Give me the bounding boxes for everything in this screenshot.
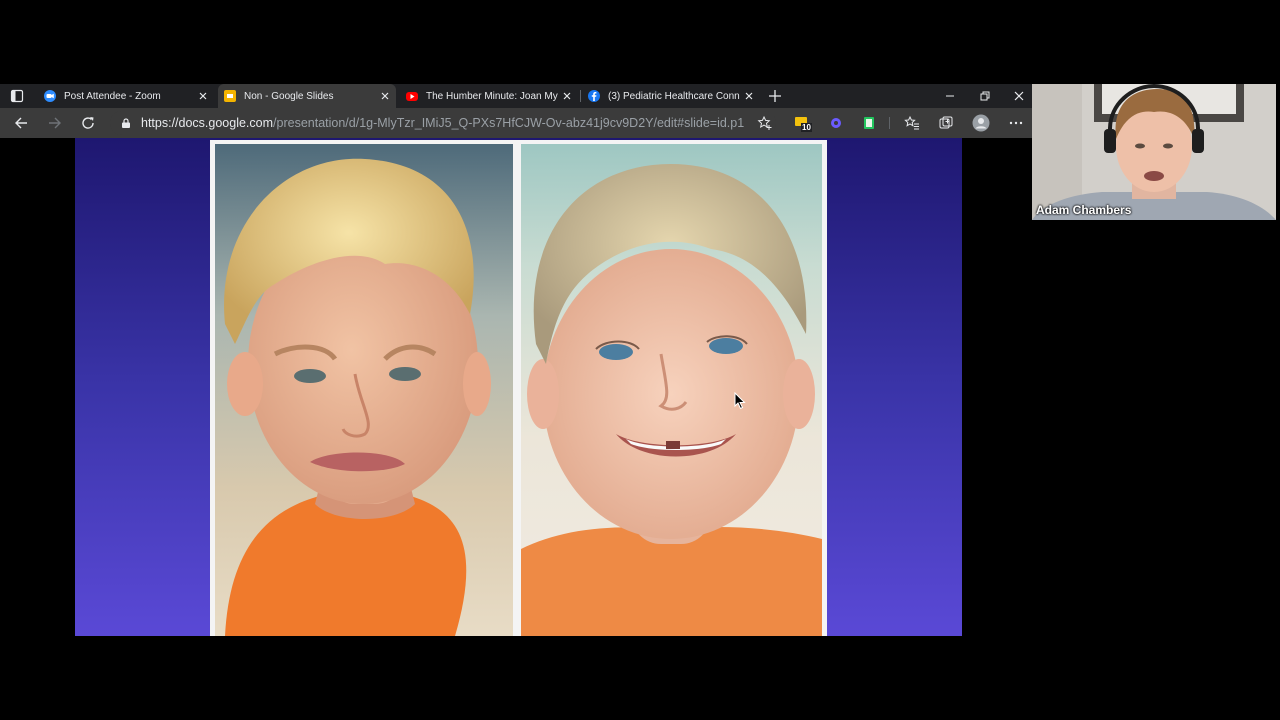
youtube-icon bbox=[406, 91, 418, 101]
zoom-icon bbox=[44, 90, 56, 102]
tab-title: Non - Google Slides bbox=[244, 90, 334, 102]
participant-name: Adam Chambers bbox=[1036, 203, 1132, 217]
facebook-icon bbox=[588, 90, 600, 102]
notes-icon[interactable] bbox=[861, 115, 877, 131]
back-icon[interactable] bbox=[13, 115, 29, 131]
tab-title: The Humber Minute: Joan Myers bbox=[426, 90, 558, 102]
participant-video-tile[interactable]: Adam Chambers bbox=[1032, 84, 1276, 220]
tab-title: Post Attendee - Zoom bbox=[64, 90, 161, 102]
url-text: https://docs.google.com/presentation/d/1… bbox=[141, 116, 745, 130]
tab-youtube[interactable]: The Humber Minute: Joan Myers bbox=[400, 84, 578, 108]
lock-icon[interactable] bbox=[120, 117, 132, 129]
collections-icon[interactable] bbox=[938, 115, 954, 131]
address-bar[interactable]: https://docs.google.com/presentation/d/1… bbox=[110, 111, 776, 135]
extension-badge[interactable]: 10 bbox=[794, 114, 812, 132]
tab-google-slides[interactable]: Non - Google Slides bbox=[218, 84, 396, 108]
tab-strip: Post Attendee - Zoom Non - Google Slides… bbox=[0, 84, 1032, 108]
window-close-icon[interactable] bbox=[1011, 88, 1027, 104]
restore-icon[interactable] bbox=[977, 88, 993, 104]
extension-badge-count: 10 bbox=[801, 123, 812, 132]
close-icon[interactable] bbox=[380, 91, 390, 101]
tab-zoom[interactable]: Post Attendee - Zoom bbox=[38, 84, 214, 108]
close-icon[interactable] bbox=[562, 91, 572, 101]
browser-toolbar: https://docs.google.com/presentation/d/1… bbox=[0, 108, 1032, 138]
browser-window: Post Attendee - Zoom Non - Google Slides… bbox=[0, 84, 1032, 636]
profile-avatar-icon[interactable] bbox=[972, 114, 990, 132]
page-content bbox=[0, 138, 1032, 636]
close-icon[interactable] bbox=[198, 91, 208, 101]
new-tab-icon[interactable] bbox=[768, 89, 782, 103]
minimize-icon[interactable] bbox=[942, 88, 958, 104]
add-favorite-icon[interactable] bbox=[757, 115, 773, 131]
boy-frowning-photo bbox=[215, 144, 513, 636]
tab-title: (3) Pediatric Healthcare Connect bbox=[608, 90, 740, 102]
puzzle-icon[interactable] bbox=[828, 115, 844, 131]
mouse-cursor-icon bbox=[734, 392, 746, 410]
google-slides-icon bbox=[224, 90, 236, 102]
tab-facebook[interactable]: (3) Pediatric Healthcare Connect bbox=[582, 84, 760, 108]
close-icon[interactable] bbox=[744, 91, 754, 101]
tab-actions-icon[interactable] bbox=[10, 89, 24, 103]
forward-icon[interactable] bbox=[47, 115, 63, 131]
toolbar-divider bbox=[889, 117, 890, 129]
refresh-icon[interactable] bbox=[80, 115, 96, 131]
more-options-icon[interactable] bbox=[1008, 115, 1024, 131]
tab-separator bbox=[580, 90, 581, 102]
slide-canvas bbox=[75, 138, 962, 636]
participant-video-feed bbox=[1032, 84, 1276, 220]
photo-collage bbox=[210, 140, 827, 636]
boy-smiling-photo bbox=[521, 144, 822, 636]
favorites-icon[interactable] bbox=[904, 115, 920, 131]
